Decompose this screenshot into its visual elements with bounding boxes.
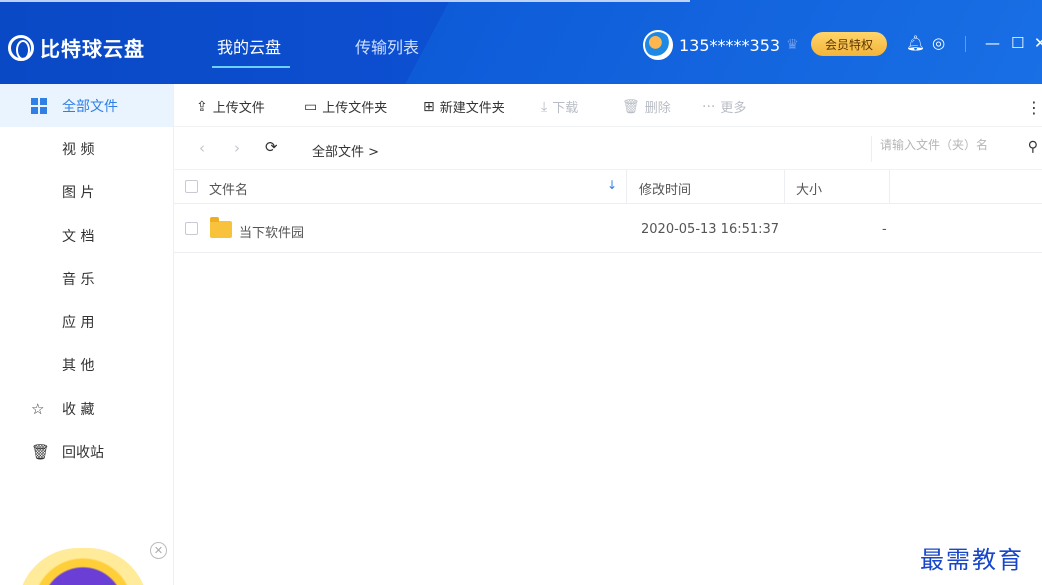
more-button[interactable]: ··· 更多 xyxy=(702,97,747,117)
promo-close-icon[interactable]: ✕ xyxy=(150,542,167,559)
star-icon: ☆ xyxy=(31,399,45,418)
avatar[interactable] xyxy=(643,30,673,60)
kebab-menu-icon[interactable]: ⋮ xyxy=(1026,98,1042,117)
upload-file-button[interactable]: ⇪ 上传文件 xyxy=(196,97,265,117)
sidebar-item-label: 其 他 xyxy=(62,358,95,375)
new-folder-icon: ⊞ xyxy=(423,98,435,115)
modified-time: 2020-05-13 16:51:37 xyxy=(641,222,780,237)
close-icon[interactable]: ✕ xyxy=(1034,34,1042,52)
sidebar-item-other[interactable]: 其 他 xyxy=(0,344,173,387)
refresh-icon[interactable]: ⟳ xyxy=(265,138,278,156)
sidebar-item-recycle-bin[interactable]: 🗑︎ 回收站 xyxy=(0,430,173,473)
new-folder-label: 新建文件夹 xyxy=(439,101,505,116)
folder-outline-icon: ▭ xyxy=(304,98,318,115)
download-button[interactable]: ⤓ 下载 xyxy=(541,97,579,117)
sidebar-item-label: 音 乐 xyxy=(62,271,95,288)
username[interactable]: 135*****353 xyxy=(679,36,780,55)
sidebar-item-all-files[interactable]: 全部文件 xyxy=(0,84,173,128)
upload-folder-label: 上传文件夹 xyxy=(322,101,388,116)
grid-icon xyxy=(31,97,47,114)
sidebar-item-label: 收 藏 xyxy=(62,401,95,418)
trash-icon: 🗑︎ xyxy=(31,443,51,462)
sidebar-item-label: 文 档 xyxy=(62,228,95,245)
breadcrumb[interactable]: 全部文件 > xyxy=(312,141,379,160)
path-bar: ‹ › ⟳ 全部文件 > ⚲ xyxy=(174,127,1042,170)
tab-my-cloud[interactable]: 我的云盘 xyxy=(217,34,281,58)
sidebar-item-video[interactable]: 视 频 xyxy=(0,127,173,170)
vip-privilege-button[interactable]: 会员特权 xyxy=(811,32,887,56)
watermark: 最需教育 xyxy=(920,546,1024,574)
settings-icon[interactable]: ◎ xyxy=(932,34,945,52)
sidebar-item-documents[interactable]: 文 档 xyxy=(0,214,173,257)
sidebar: 全部文件 视 频 图 片 文 档 音 乐 应 用 其 他 ☆ 收 藏 🗑︎ 回收… xyxy=(0,84,174,585)
minimize-icon[interactable]: — xyxy=(985,34,1000,52)
download-icon: ⤓ xyxy=(541,98,548,115)
column-header-name[interactable]: 文件名 xyxy=(209,179,248,198)
upload-folder-button[interactable]: ▭ 上传文件夹 xyxy=(304,97,388,117)
forward-arrow-icon[interactable]: › xyxy=(234,139,240,157)
upload-icon: ⇪ xyxy=(196,98,208,115)
delete-button[interactable]: 🗑︎ 删除 xyxy=(622,97,671,117)
logo-text: 比特球云盘 xyxy=(40,37,145,61)
column-header-modified[interactable]: 修改时间 xyxy=(639,179,691,198)
user-account[interactable]: 135*****353 ♛ xyxy=(643,30,799,60)
search-icon[interactable]: ⚲ xyxy=(1028,139,1038,155)
download-label: 下载 xyxy=(552,101,579,116)
folder-icon xyxy=(210,217,232,238)
select-all-checkbox[interactable] xyxy=(185,180,198,193)
sidebar-item-label: 全部文件 xyxy=(62,98,118,115)
app-logo: 比特球云盘 xyxy=(8,33,145,62)
back-arrow-icon[interactable]: ‹ xyxy=(199,139,205,157)
file-toolbar: ⇪ 上传文件 ▭ 上传文件夹 ⊞ 新建文件夹 ⤓ 下载 🗑︎ 删除 ··· 更多… xyxy=(174,84,1042,127)
file-size: - xyxy=(882,222,887,237)
trash-icon: 🗑︎ xyxy=(622,98,640,115)
column-divider xyxy=(626,170,627,204)
column-divider xyxy=(889,170,890,204)
title-bar-top-line xyxy=(0,0,690,2)
bell-icon[interactable]: 🔔︎ xyxy=(906,34,925,52)
ellipsis-icon: ··· xyxy=(702,98,716,115)
sidebar-item-label: 图 片 xyxy=(62,185,95,202)
sidebar-item-favorites[interactable]: ☆ 收 藏 xyxy=(0,387,173,430)
more-label: 更多 xyxy=(720,101,747,116)
upload-file-label: 上传文件 xyxy=(212,101,265,116)
sidebar-item-music[interactable]: 音 乐 xyxy=(0,257,173,300)
sidebar-item-apps[interactable]: 应 用 xyxy=(0,300,173,343)
table-row[interactable]: 当下软件园 2020-05-13 16:51:37 - xyxy=(174,205,1042,253)
search-box: ⚲ xyxy=(871,136,1042,162)
crown-icon: ♛ xyxy=(786,37,799,53)
row-checkbox[interactable] xyxy=(185,222,198,235)
delete-label: 删除 xyxy=(644,101,671,116)
column-header-size[interactable]: 大小 xyxy=(796,179,822,198)
sidebar-item-label: 应 用 xyxy=(62,315,95,332)
maximize-icon[interactable]: ☐ xyxy=(1011,34,1024,52)
search-input[interactable] xyxy=(880,138,1010,152)
logo-icon xyxy=(8,34,34,61)
column-divider xyxy=(784,170,785,204)
new-folder-button[interactable]: ⊞ 新建文件夹 xyxy=(423,97,505,117)
file-name[interactable]: 当下软件园 xyxy=(239,222,304,241)
sidebar-item-label: 回收站 xyxy=(62,445,104,462)
sidebar-item-images[interactable]: 图 片 xyxy=(0,171,173,214)
tab-transfer-list[interactable]: 传输列表 xyxy=(355,34,419,58)
title-bar-divider xyxy=(965,36,966,52)
sidebar-item-label: 视 频 xyxy=(62,141,95,158)
file-table-header: 文件名 ↓ 修改时间 大小 xyxy=(174,170,1042,204)
active-tab-indicator xyxy=(212,66,290,68)
sort-descending-icon[interactable]: ↓ xyxy=(607,178,617,192)
title-bar: 比特球云盘 我的云盘 传输列表 135*****353 ♛ 会员特权 🔔︎ ◎ … xyxy=(0,0,1042,84)
